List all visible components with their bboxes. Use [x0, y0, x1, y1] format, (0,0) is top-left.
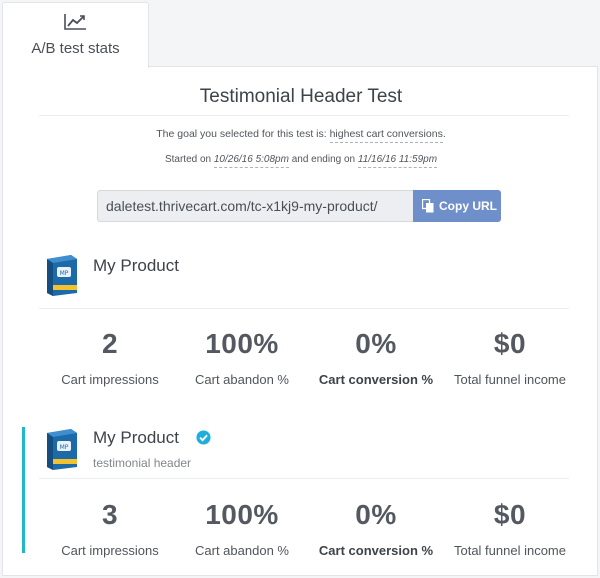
winner-accent-bar — [22, 427, 25, 553]
variant-divider — [39, 478, 569, 479]
started-prefix: Started on — [164, 154, 214, 165]
stat-value: 2 — [101, 328, 119, 359]
stat-cart-abandon: 100% Cart abandon % — [175, 324, 309, 387]
svg-text:MP: MP — [60, 270, 69, 277]
stat-label: Cart conversion % — [318, 372, 434, 387]
goal-suffix: . — [442, 128, 446, 140]
stat-value: 0% — [355, 328, 397, 359]
stat-value: 100% — [205, 328, 279, 359]
stat-value: $0 — [493, 499, 527, 530]
goal-line: The goal you selected for this test is: … — [3, 128, 599, 143]
stat-label: Cart impressions — [61, 372, 159, 387]
variant-product-name: My Product — [93, 428, 179, 447]
dates-line: Started on 10/26/16 5:08pm and ending on… — [3, 154, 599, 168]
stat-label: Total funnel income — [453, 372, 566, 387]
stat-cart-impressions: 2 Cart impressions — [43, 324, 177, 387]
stat-cart-abandon: 100% Cart abandon % — [175, 495, 309, 558]
copy-url-label: Copy URL — [439, 199, 497, 213]
start-date: 10/26/16 5:08pm — [213, 154, 289, 168]
copy-url-button[interactable]: Copy URL — [413, 190, 501, 222]
stat-cart-conversion: 0% Cart conversion % — [309, 324, 443, 387]
product-box-image: MP — [47, 255, 77, 296]
stat-label: Total funnel income — [453, 543, 566, 558]
variant-control: MP My Product 2 Cart impressions 100% Ca… — [3, 245, 599, 405]
test-title: Testimonial Header Test — [199, 86, 403, 107]
copy-icon — [422, 199, 434, 213]
end-date: 11/16/16 11:59pm — [357, 154, 438, 168]
title-divider — [39, 115, 569, 116]
stat-label: Cart abandon % — [195, 543, 289, 558]
stat-cart-conversion: 0% Cart conversion % — [309, 495, 443, 558]
trend-chart-icon — [64, 14, 86, 30]
ending-text: and ending on — [288, 154, 358, 165]
stat-value: 3 — [101, 499, 119, 530]
stat-total-funnel-income: $0 Total funnel income — [443, 324, 577, 387]
check-circle-icon — [196, 430, 211, 445]
stat-value: $0 — [493, 328, 527, 359]
test-url-field[interactable]: daletest.thrivecart.com/tc-x1kj9-my-prod… — [97, 190, 413, 222]
stat-total-funnel-income: $0 Total funnel income — [443, 495, 577, 558]
ab-test-panel: Testimonial Header Test The goal you sel… — [2, 66, 598, 576]
stat-label: Cart conversion % — [318, 543, 434, 558]
variant-product-name: My Product — [93, 256, 179, 275]
stat-label: Cart impressions — [61, 543, 159, 558]
tab-ab-test-stats[interactable]: A/B test stats — [2, 2, 149, 68]
goal-prefix: The goal you selected for this test is: — [156, 128, 330, 140]
goal-value: highest cart conversions — [329, 128, 443, 143]
variant-testimonial-header: MP My Product testimonial header 3 Cart … — [3, 417, 599, 558]
stat-label: Cart abandon % — [195, 372, 289, 387]
svg-text:MP: MP — [60, 444, 69, 451]
variant-subtitle: testimonial header — [93, 456, 192, 470]
tab-label: A/B test stats — [31, 40, 120, 57]
stat-value: 100% — [205, 499, 279, 530]
stat-cart-impressions: 3 Cart impressions — [43, 495, 177, 558]
product-box-image: MP — [47, 429, 77, 470]
stat-value: 0% — [355, 499, 397, 530]
variant-divider — [39, 308, 569, 309]
